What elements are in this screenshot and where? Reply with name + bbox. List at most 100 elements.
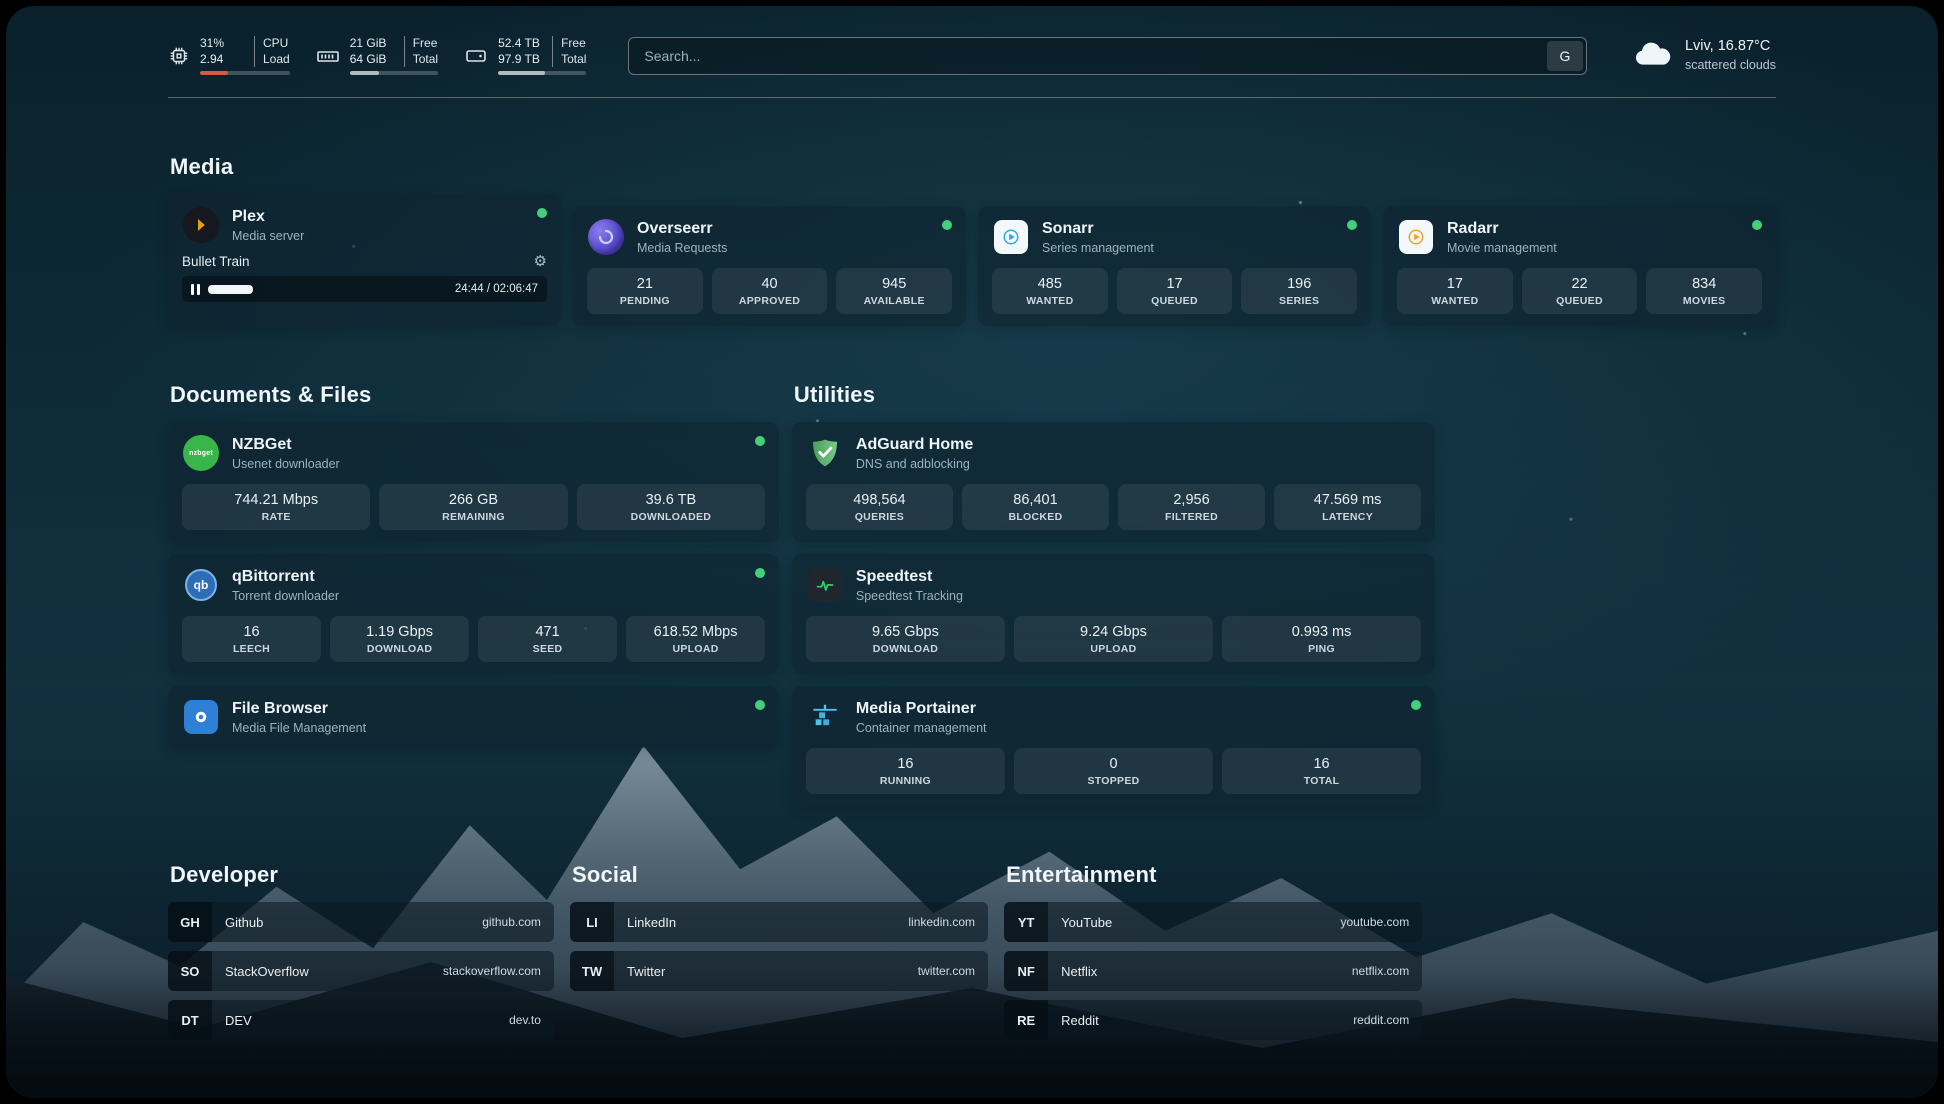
search-engine-button[interactable]: G [1547,41,1583,71]
stat-available: 945 AVAILABLE [836,268,952,314]
section-entertainment: Entertainment YT YouTube youtube.com NF … [1004,862,1422,1049]
app-card-adguard[interactable]: AdGuard Home DNS and adblocking 498,564 … [792,422,1435,542]
pause-button[interactable] [191,284,200,295]
stat-queries: 498,564 QUERIES [806,484,953,530]
weather-widget: Lviv, 16.87°C scattered clouds [1633,37,1776,73]
ram-progress-bar [350,71,438,75]
bookmark-stackoverflow[interactable]: SO StackOverflow stackoverflow.com [168,951,554,991]
stat-rate: 744.21 Mbps RATE [182,484,370,530]
section-developer: Developer GH Github github.com SO StackO… [168,862,554,1049]
stat-blocked: 86,401 BLOCKED [962,484,1109,530]
adguard-icon [806,434,844,472]
cpu-metric: 31% 2.94 CPU Load [168,36,290,75]
app-card-filebrowser[interactable]: File Browser Media File Management [168,686,779,748]
stat-running: 16 RUNNING [806,748,1005,794]
stat-approved: 40 APPROVED [712,268,828,314]
stat-upload: 618.52 Mbps UPLOAD [626,616,765,662]
dashboard-screen: 31% 2.94 CPU Load [6,6,1938,1098]
app-card-sonarr[interactable]: Sonarr Series management 485 WANTED 17 Q… [978,206,1371,326]
app-name: Radarr [1447,220,1557,238]
nzbget-icon: nzbget [182,434,220,472]
stat-pending: 21 PENDING [587,268,703,314]
qbittorrent-icon: qb [182,566,220,604]
app-subtitle: Movie management [1447,241,1557,255]
playback-time: 24:44 / 02:06:47 [455,283,538,295]
disk-progress-bar [498,71,586,75]
linkedin-icon: LI [570,902,614,942]
cpu-icon [168,45,190,67]
stat-download: 1.19 Gbps DOWNLOAD [330,616,469,662]
header-divider [168,97,1776,98]
app-card-nzbget[interactable]: nzbget NZBGet Usenet downloader 744.21 M… [168,422,779,542]
cpu-usage-value: 31% [200,36,246,52]
app-name: Speedtest [856,568,963,586]
stat-downloaded: 39.6 TB DOWNLOADED [577,484,765,530]
filebrowser-icon [182,698,220,736]
weather-location: Lviv, 16.87°C [1685,37,1776,57]
gear-icon[interactable]: ⚙ [534,252,547,270]
section-title-utilities: Utilities [794,382,1435,408]
portainer-icon [806,698,844,736]
overseerr-icon [587,218,625,256]
section-utilities: Utilities AdGuard Home [792,382,1435,806]
stat-leech: 16 LEECH [182,616,321,662]
stat-ping: 0.993 ms PING [1222,616,1421,662]
bookmark-linkedin[interactable]: LI LinkedIn linkedin.com [570,902,988,942]
app-name: AdGuard Home [856,436,973,454]
app-card-radarr[interactable]: Radarr Movie management 17 WANTED 22 QUE… [1383,206,1776,326]
now-playing-title: Bullet Train [182,254,250,269]
stat-seed: 471 SEED [478,616,617,662]
cpu-label: CPU [263,36,290,52]
cpu-load-label: Load [263,52,290,68]
speedtest-icon [806,566,844,604]
stat-queued: 22 QUEUED [1522,268,1638,314]
section-title-media: Media [170,154,1776,180]
app-card-portainer[interactable]: Media Portainer Container management 16 … [792,686,1435,806]
app-name: Media Portainer [856,700,987,718]
app-card-plex[interactable]: Plex Media server Bullet Train ⚙ 24:44 / [168,194,561,326]
bookmark-dev[interactable]: DT DEV dev.to [168,1000,554,1040]
playback-progress[interactable] [208,285,447,294]
app-card-qbittorrent[interactable]: qb qBittorrent Torrent downloader 16 LEE… [168,554,779,674]
reddit-icon: RE [1004,1000,1048,1040]
ram-free-value: 21 GiB [350,36,396,52]
disk-metric: 52.4 TB 97.9 TB Free Total [464,36,586,75]
stat-queued: 17 QUEUED [1117,268,1233,314]
app-name: File Browser [232,700,366,718]
bookmark-twitter[interactable]: TW Twitter twitter.com [570,951,988,991]
sonarr-icon [992,218,1030,256]
section-media: Media Plex Media server [168,154,1776,326]
section-title-developer: Developer [170,862,554,888]
plex-icon [182,206,220,244]
app-subtitle: Speedtest Tracking [856,589,963,603]
app-card-overseerr[interactable]: Overseerr Media Requests 21 PENDING 40 A… [573,206,966,326]
bookmark-youtube[interactable]: YT YouTube youtube.com [1004,902,1422,942]
app-subtitle: Media File Management [232,721,366,735]
dev-icon: DT [168,1000,212,1040]
search-input[interactable] [632,48,1547,64]
weather-condition: scattered clouds [1685,57,1776,74]
github-icon: GH [168,902,212,942]
app-card-speedtest[interactable]: Speedtest Speedtest Tracking 9.65 Gbps D… [792,554,1435,674]
ram-total-value: 64 GiB [350,52,396,68]
app-name: NZBGet [232,436,340,454]
bookmark-github[interactable]: GH Github github.com [168,902,554,942]
stat-wanted: 485 WANTED [992,268,1108,314]
app-subtitle: Series management [1042,241,1154,255]
section-title-documents: Documents & Files [170,382,779,408]
bookmark-netflix[interactable]: NF Netflix netflix.com [1004,951,1422,991]
section-title-entertainment: Entertainment [1006,862,1422,888]
app-subtitle: Media Requests [637,241,727,255]
stackoverflow-icon: SO [168,951,212,991]
section-social: Social LI LinkedIn linkedin.com TW Twitt… [570,862,988,1049]
cloud-icon [1633,38,1673,73]
stat-download: 9.65 Gbps DOWNLOAD [806,616,1005,662]
stat-filtered: 2,956 FILTERED [1118,484,1265,530]
stat-remaining: 266 GB REMAINING [379,484,567,530]
netflix-icon: NF [1004,951,1048,991]
section-documents: Documents & Files nzbget NZBGet Usenet d… [168,382,779,748]
search-bar: G [628,37,1587,75]
app-subtitle: Media server [232,229,304,243]
disk-icon [464,44,488,68]
bookmark-reddit[interactable]: RE Reddit reddit.com [1004,1000,1422,1040]
